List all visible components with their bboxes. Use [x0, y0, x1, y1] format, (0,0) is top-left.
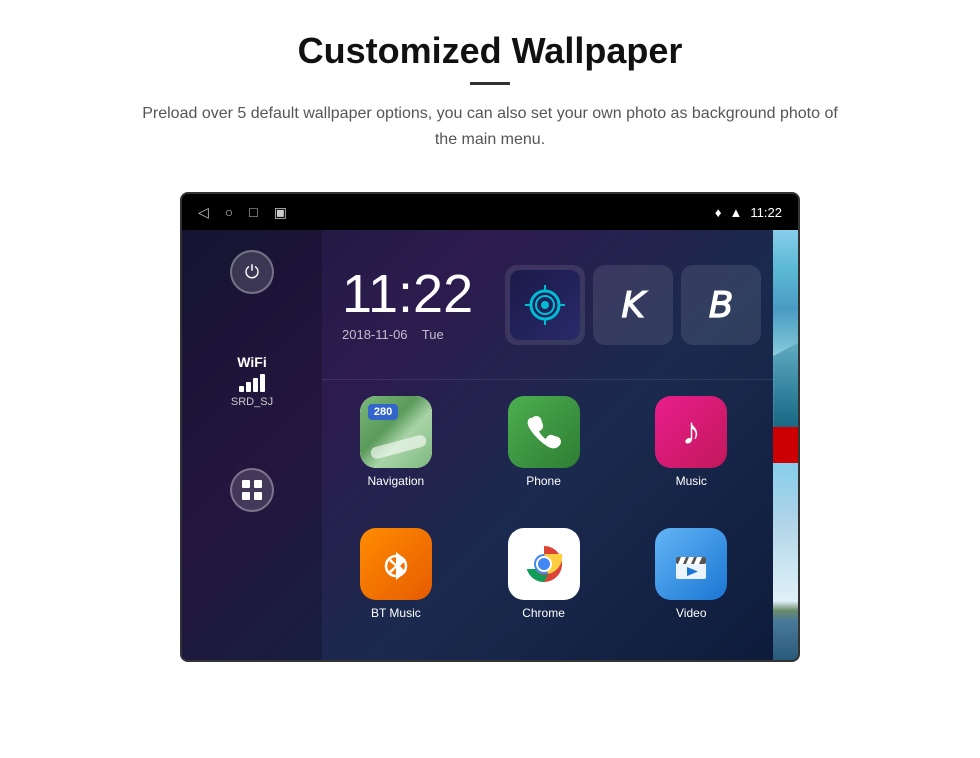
clock-section: 11:22 2018-11-06 Tue	[322, 230, 493, 379]
top-section: 11:22 2018-11-06 Tue	[322, 230, 773, 380]
ki-icon: 𝘒	[621, 284, 645, 326]
radio-icon	[510, 270, 580, 340]
nav-map: 280	[360, 396, 432, 468]
chrome-app-icon	[508, 528, 580, 600]
wifi-ssid: SRD_SJ	[231, 396, 273, 408]
recents-nav-icon: □	[249, 204, 257, 220]
phone-app-label: Phone	[526, 474, 561, 488]
btmusic-app-label: BT Music	[371, 606, 421, 620]
music-app-icon: ♪	[655, 396, 727, 468]
app-item-btmusic[interactable]: BT Music	[330, 528, 462, 644]
app-item-chrome[interactable]: Chrome	[478, 528, 610, 644]
bt-app-icon	[360, 528, 432, 600]
wifi-widget: WiFi SRD_SJ	[231, 354, 273, 408]
status-bar-right: ♦ ▲ 11:22	[715, 205, 782, 220]
status-bar-left: ◁ ○ □ ▣	[198, 204, 287, 221]
video-app-label: Video	[676, 606, 706, 620]
page-header: Customized Wallpaper Preload over 5 defa…	[0, 0, 980, 172]
home-nav-icon: ○	[225, 204, 233, 220]
app-item-phone[interactable]: Phone	[478, 396, 610, 512]
wifi-label: WiFi	[231, 354, 273, 370]
ice-cave-image	[773, 230, 800, 427]
b-icon: 𝘉	[709, 284, 734, 326]
wifi-bar-3	[253, 378, 258, 392]
wallpaper-bridge[interactable]: CarSetting	[773, 463, 800, 660]
music-app-label: Music	[676, 474, 707, 488]
video-app-icon	[655, 528, 727, 600]
location-icon: ♦	[715, 205, 722, 220]
phone-app-icon	[508, 396, 580, 468]
app-grid: 280 Navigation	[322, 380, 773, 660]
nav-road	[369, 434, 427, 460]
featured-app-radio[interactable]	[505, 265, 585, 345]
status-bar: ◁ ○ □ ▣ ♦ ▲ 11:22	[182, 194, 798, 230]
featured-app-b[interactable]: 𝘉	[681, 265, 761, 345]
main-content: ◁ ○ □ ▣ ♦ ▲ 11:22 ⏻ WiFi	[0, 172, 980, 662]
wifi-bar-2	[246, 382, 251, 392]
page-title: Customized Wallpaper	[20, 30, 960, 72]
clock-date: 2018-11-06 Tue	[342, 327, 473, 342]
wallpaper-panel: CarSetting	[773, 230, 800, 660]
featured-apps: 𝘒 𝘉	[493, 230, 773, 379]
wallpaper-ice-cave[interactable]	[773, 230, 800, 427]
app-item-navigation[interactable]: 280 Navigation	[330, 396, 462, 512]
main-area: 11:22 2018-11-06 Tue	[322, 230, 773, 660]
wifi-bar-1	[239, 386, 244, 392]
nav-map-inner: 280	[360, 396, 432, 468]
nav-badge: 280	[368, 404, 398, 420]
wifi-bars	[231, 374, 273, 392]
navigation-app-label: Navigation	[368, 474, 425, 488]
back-nav-icon: ◁	[198, 204, 209, 221]
chrome-app-label: Chrome	[522, 606, 565, 620]
left-sidebar: ⏻ WiFi SRD_SJ	[182, 230, 322, 660]
app-item-video[interactable]: Video	[625, 528, 757, 644]
page-subtitle: Preload over 5 default wallpaper options…	[130, 101, 850, 152]
apps-button[interactable]	[230, 468, 274, 512]
wifi-bar-4	[260, 374, 265, 392]
signal-icon: ▲	[730, 205, 743, 220]
clock-time: 11:22	[342, 267, 473, 321]
device-frame: ◁ ○ □ ▣ ♦ ▲ 11:22 ⏻ WiFi	[180, 192, 800, 662]
music-note-icon: ♪	[682, 411, 701, 454]
status-time: 11:22	[750, 205, 782, 220]
navigation-app-icon: 280	[360, 396, 432, 468]
mid-bar	[773, 427, 800, 463]
featured-app-ki[interactable]: 𝘒	[593, 265, 673, 345]
app-item-music[interactable]: ♪ Music	[625, 396, 757, 512]
screen-content: ⏻ WiFi SRD_SJ	[182, 230, 798, 660]
ice-formation	[773, 309, 800, 427]
power-button[interactable]: ⏻	[230, 250, 274, 294]
title-divider	[470, 82, 510, 85]
golden-gate-image	[773, 463, 800, 660]
screenshot-nav-icon: ▣	[274, 204, 287, 221]
